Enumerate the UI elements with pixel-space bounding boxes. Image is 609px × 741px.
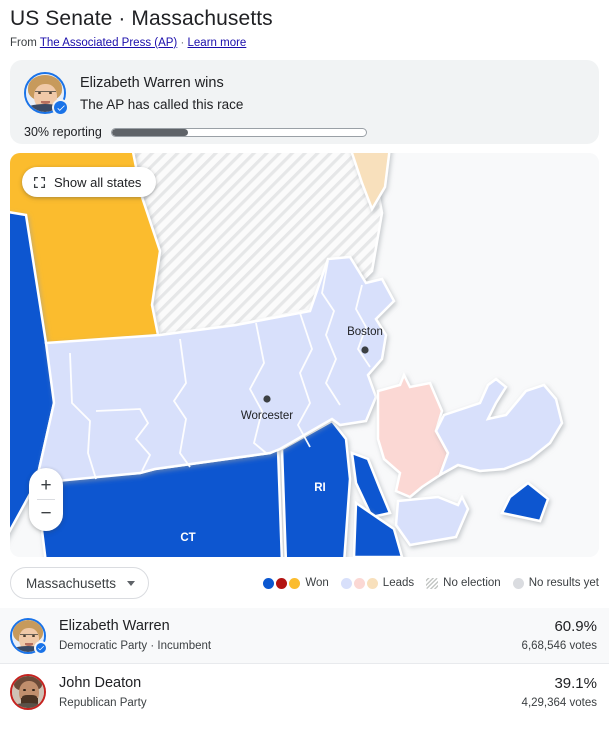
legend-hatch-swatch (426, 577, 439, 589)
state-label-ct: CT (180, 532, 195, 544)
zoom-in-button[interactable]: + (29, 472, 63, 499)
check-badge-icon (52, 99, 69, 116)
avatar (10, 617, 48, 655)
reporting-progress-fill (111, 128, 189, 136)
map-zoom-controls[interactable]: + − (29, 468, 63, 531)
reporting-label: 30% reporting (24, 125, 102, 139)
map-legend: Won Leads No election No results yet (263, 577, 599, 589)
portrait-shoulders (12, 703, 44, 708)
portrait-eye-right (49, 92, 52, 94)
candidate-percent: 60.9% (554, 618, 597, 635)
candidate-name: John Deaton (59, 674, 142, 691)
legend-item: No election (426, 577, 501, 589)
candidate-numbers: 39.1% 4,29,364 votes (522, 674, 597, 711)
election-map[interactable]: Boston Worcester RI CT Show all states +… (10, 153, 599, 557)
legend-swatches (263, 577, 301, 589)
candidate-info: John Deaton Republican Party (59, 674, 522, 711)
state-select-dropdown[interactable]: Massachusetts (10, 567, 150, 599)
candidate-party: Democratic Party · Incumbent (59, 640, 212, 652)
race-called-row: Elizabeth Warren wins The AP has called … (24, 72, 585, 116)
candidate-votes: 6,68,546 votes (521, 640, 597, 652)
race-called-text: Elizabeth Warren wins The AP has called … (80, 72, 243, 114)
chevron-down-icon (127, 580, 136, 586)
portrait-eye-left (38, 92, 41, 94)
city-label-boston: Boston (347, 326, 383, 338)
state-label-ri: RI (314, 482, 326, 494)
source-link[interactable]: The Associated Press (AP) (40, 37, 177, 49)
legend-color-dot (276, 577, 288, 589)
source-separator: · (180, 37, 185, 49)
avatar (10, 674, 46, 710)
show-all-states-label: Show all states (54, 174, 142, 190)
portrait-illustration (12, 676, 44, 708)
candidate-numbers: 60.9% 6,68,546 votes (522, 617, 597, 654)
candidate-votes: 4,29,364 votes (521, 696, 597, 709)
legend-label: No results yet (528, 577, 599, 589)
legend-color-dot (512, 577, 524, 589)
reporting-progress: 30% reporting (24, 125, 585, 139)
city-dot-worcester (263, 395, 271, 403)
legend-color-dot (366, 577, 378, 589)
zoom-out-button[interactable]: − (29, 500, 63, 527)
city-label-worcester: Worcester (241, 410, 293, 422)
expand-icon (33, 176, 46, 189)
legend-color-dot (289, 577, 301, 589)
legend-label: Won (305, 577, 329, 589)
reporting-progress-bar (110, 127, 367, 137)
page-title: US Senate · Massachusetts (10, 7, 273, 30)
table-row[interactable]: Elizabeth Warren Democratic Party · Incu… (0, 608, 609, 664)
legend-color-dot (263, 577, 275, 589)
table-row[interactable]: John Deaton Republican Party 39.1% 4,29,… (0, 664, 609, 720)
legend-item: Leads (340, 577, 415, 589)
legend-label: No election (443, 577, 501, 589)
candidate-party: Republican Party (59, 696, 147, 709)
portrait-eye-left (23, 689, 26, 691)
page-header: US Senate · Massachusetts From The Assoc… (0, 0, 609, 50)
race-called-card: Elizabeth Warren wins The AP has called … (10, 60, 599, 144)
legend-item: No results yet (512, 577, 599, 589)
source-prefix: From (10, 37, 37, 49)
winner-subtext: The AP has called this race (80, 97, 244, 112)
portrait-eye-left (23, 634, 26, 637)
legend-item: Won (263, 577, 329, 589)
candidate-results-list: Elizabeth Warren Democratic Party · Incu… (0, 608, 609, 720)
winner-check-icon (34, 640, 48, 655)
map-legend-row: Massachusetts Won Leads No election No resu… (10, 566, 599, 600)
legend-color-dot (340, 577, 352, 589)
winner-headline: Elizabeth Warren wins (80, 75, 224, 91)
avatar (24, 72, 69, 116)
legend-swatches (512, 577, 524, 589)
learn-more-link[interactable]: Learn more (188, 37, 247, 49)
candidate-info: Elizabeth Warren Democratic Party · Incu… (59, 617, 522, 654)
legend-label: Leads (382, 577, 415, 589)
city-dot-boston (361, 346, 369, 354)
legend-color-dot (353, 577, 365, 589)
show-all-states-button[interactable]: Show all states (22, 167, 157, 197)
map-graphic: Boston Worcester RI CT (10, 153, 599, 557)
candidate-portrait (10, 674, 46, 710)
portrait-eye-right (32, 634, 35, 637)
state-select-value: Massachusetts (26, 575, 117, 591)
portrait-eye-right (32, 689, 35, 691)
candidate-percent: 39.1% (554, 674, 597, 692)
legend-swatches (340, 577, 378, 589)
candidate-name: Elizabeth Warren (59, 618, 170, 634)
source-attribution: From The Associated Press (AP) · Learn m… (10, 36, 599, 50)
